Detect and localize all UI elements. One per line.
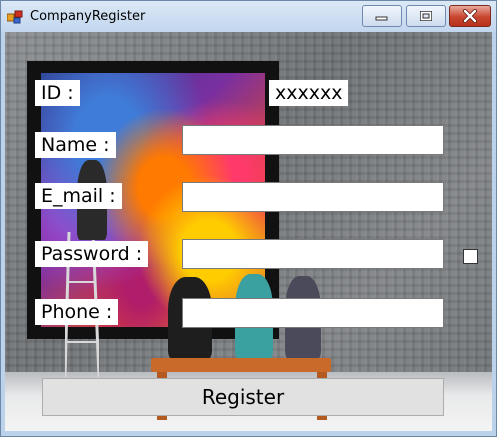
title-bar[interactable]: CompanyRegister: [1, 1, 496, 32]
close-button[interactable]: [449, 5, 491, 27]
minimize-icon: [375, 16, 388, 21]
phone-input[interactable]: [182, 298, 444, 328]
app-icon: [7, 10, 23, 24]
phone-label: Phone :: [35, 299, 119, 325]
password-input[interactable]: [182, 239, 444, 269]
minimize-button[interactable]: [362, 5, 402, 27]
id-value: xxxxxx: [269, 80, 349, 106]
name-label: Name :: [35, 132, 116, 158]
register-button[interactable]: Register: [42, 378, 444, 416]
window-title: CompanyRegister: [30, 9, 146, 24]
company-register-window: CompanyRegister ID: xxxxxx Name: E_mai…: [0, 0, 497, 437]
id-label: ID :: [35, 80, 80, 106]
background-bench: [151, 358, 331, 372]
maximize-icon: [420, 11, 432, 21]
email-label: E_mail :: [35, 183, 122, 209]
password-label: Password :: [35, 241, 149, 267]
close-icon: [463, 9, 477, 23]
form-client-area: ID : xxxxxx Name : E_mail : Password : P…: [5, 32, 492, 431]
show-password-checkbox[interactable]: [463, 249, 478, 264]
email-input[interactable]: [182, 182, 444, 212]
name-input[interactable]: [182, 125, 444, 155]
maximize-button[interactable]: [406, 5, 446, 27]
